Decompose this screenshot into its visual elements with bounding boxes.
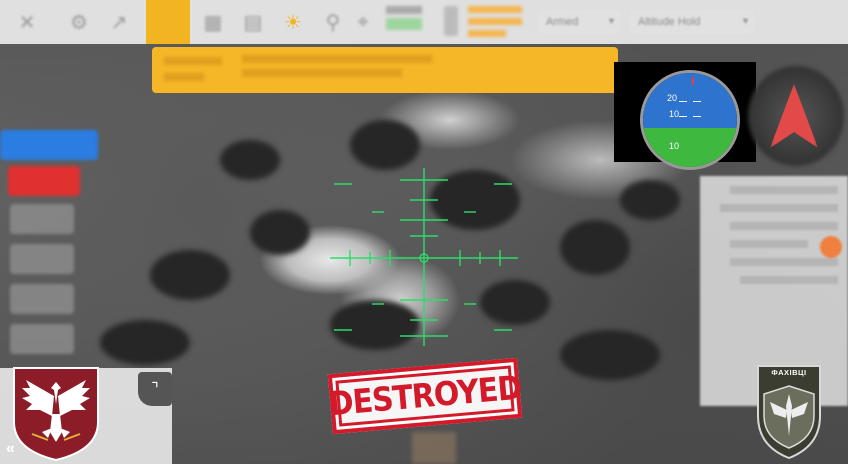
pitch-label: 20 xyxy=(667,93,678,103)
chart-icon[interactable]: ↗ xyxy=(106,9,132,35)
takeoff-button[interactable] xyxy=(0,130,98,160)
active-toolbar-button[interactable] xyxy=(146,0,190,44)
signal-icon: ⚲ xyxy=(325,11,341,34)
arm-state-value: Armed xyxy=(546,16,579,28)
list-icon[interactable]: ▤ xyxy=(240,9,266,35)
unit-emblem-label: ФАХІВЦІ xyxy=(771,368,807,377)
side-button[interactable] xyxy=(10,284,74,314)
status-dot-icon xyxy=(820,236,842,258)
sun-icon[interactable]: ☀ xyxy=(284,10,302,35)
telemetry-icon xyxy=(386,6,422,38)
stamp-text: DESTROYED xyxy=(327,368,523,424)
bottom-center-widget xyxy=(412,432,456,464)
chevron-down-icon: ▾ xyxy=(742,16,748,27)
unit-shield-emblem-icon xyxy=(757,365,821,460)
attitude-indicator: 20 10 10 xyxy=(640,70,740,170)
flight-mode-select[interactable]: Altitude Hold ▾ xyxy=(630,10,754,34)
attitude-ground xyxy=(643,127,737,167)
stop-button[interactable] xyxy=(8,166,80,196)
side-button[interactable] xyxy=(10,324,74,354)
side-button[interactable] xyxy=(10,204,74,234)
side-button[interactable] xyxy=(10,244,74,274)
pitch-label: 10 xyxy=(669,109,680,119)
arm-state-select[interactable]: Armed ▾ xyxy=(538,10,620,34)
pitch-label: 10 xyxy=(669,141,680,151)
settings-icon[interactable]: ⚙ xyxy=(66,9,92,35)
collapse-arrow-icon[interactable]: « xyxy=(6,440,15,458)
plan-icon[interactable]: ▦ xyxy=(200,9,226,35)
warning-banner[interactable] xyxy=(152,47,618,93)
status-readout xyxy=(468,6,522,37)
chevron-down-icon: ▾ xyxy=(608,16,614,27)
expand-corner-button[interactable]: ⌝ xyxy=(138,372,172,406)
menu-icon[interactable]: ✕ xyxy=(14,9,40,35)
battery-icon xyxy=(444,6,458,36)
vehicle-icon: ⌖ xyxy=(357,10,369,33)
attitude-sky xyxy=(643,73,737,128)
eagle-emblem-icon xyxy=(13,367,99,462)
flight-mode-value: Altitude Hold xyxy=(638,16,701,28)
